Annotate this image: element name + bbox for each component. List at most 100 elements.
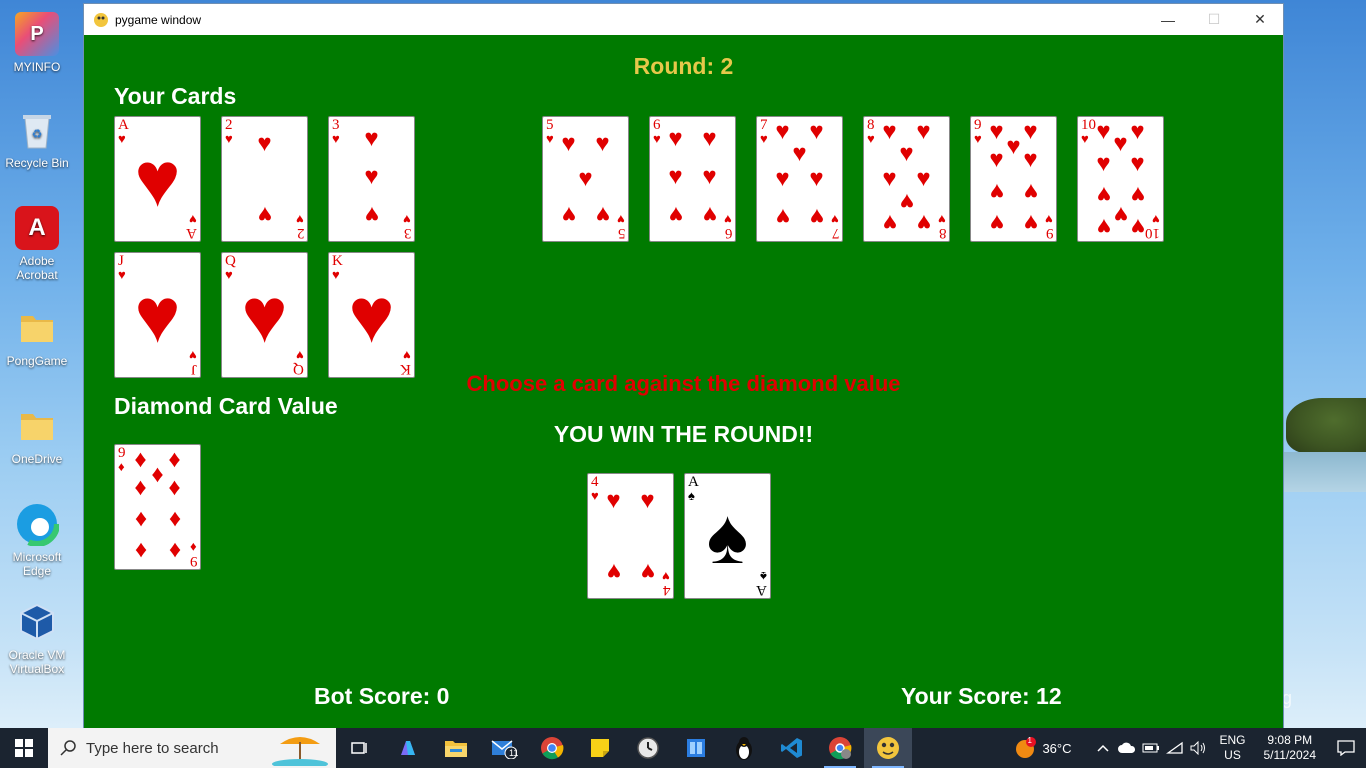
playing-card[interactable]: K ♥ K ♥ ♥ — [328, 252, 415, 378]
mail-button[interactable]: 11 — [480, 728, 528, 768]
chrome-profile-button[interactable] — [816, 728, 864, 768]
card-suit-icon: ♥ — [653, 131, 661, 146]
volume-tray-button[interactable] — [1187, 741, 1211, 755]
virtualbox-icon — [15, 600, 59, 644]
window-titlebar[interactable]: pygame window — ☐ ✕ — [84, 4, 1283, 35]
card-suit-icon: ♥ — [974, 131, 982, 146]
card-pip-icon: ♦ — [168, 474, 181, 502]
clock-time: 9:08 PM — [1267, 733, 1313, 747]
playing-card[interactable]: 2 ♥ 2 ♥ ♥ ♥ — [221, 116, 308, 242]
window-controls: — ☐ ✕ — [1145, 4, 1283, 35]
card-pip-icon: ♥ — [989, 146, 1004, 174]
card-rank: A — [756, 582, 767, 598]
card-pip-icon: ♥ — [1023, 146, 1038, 174]
card-rank: 8 — [938, 225, 947, 241]
adobe-acrobat-icon: A — [15, 206, 59, 250]
desktop-icon-label: MYINFO — [13, 60, 61, 74]
desktop-icon-onedrive[interactable]: OneDrive — [4, 404, 70, 466]
desktop-icon-virtualbox[interactable]: Oracle VM VirtualBox — [4, 600, 70, 676]
onedrive-tray-button[interactable] — [1115, 742, 1139, 754]
desktop-icon-myinfo[interactable]: P MYINFO — [4, 12, 70, 74]
copilot-button[interactable] — [384, 728, 432, 768]
vscode-button[interactable] — [768, 728, 816, 768]
desktop-icon-ponggame[interactable]: PongGame — [4, 306, 70, 368]
card-pip-icon: ♥ — [775, 117, 790, 145]
desktop-icon-recycle-bin[interactable]: ♻ Recycle Bin — [4, 108, 70, 170]
desktop-icon-label: OneDrive — [11, 452, 63, 466]
diamond-card-heading: Diamond Card Value — [114, 393, 338, 419]
clock-app-button[interactable] — [624, 728, 672, 768]
card-pip-icon: ♥ — [899, 140, 914, 168]
chrome-profile-icon — [829, 737, 852, 760]
card-suit-icon: ♥ — [225, 131, 233, 146]
card-rank: 3 — [403, 225, 412, 241]
tux-penguin-icon — [736, 737, 752, 760]
chrome-button[interactable] — [528, 728, 576, 768]
file-explorer-icon — [445, 741, 467, 757]
playing-card[interactable]: Q ♥ Q ♥ ♥ — [221, 252, 308, 378]
desktop-icon-microsoft-edge[interactable]: Microsoft Edge — [4, 502, 70, 578]
playing-card[interactable]: A ♠ A ♠ ♠ — [684, 473, 771, 599]
notifications-button[interactable] — [1326, 740, 1366, 756]
windows-logo-icon — [15, 739, 33, 757]
pygame-window: pygame window — ☐ ✕ Round: 2 Your Cards … — [83, 3, 1284, 730]
recycle-bin-icon: ♻ — [15, 108, 59, 152]
minimize-button[interactable]: — — [1145, 4, 1191, 35]
playing-card[interactable]: 5 ♥ 5 ♥ ♥ ♥ ♥ ♥ ♥ — [542, 116, 629, 242]
sticky-notes-button[interactable] — [576, 728, 624, 768]
card-suit-icon: ♥ — [662, 569, 670, 584]
card-suit-icon: ♥ — [403, 212, 411, 227]
desktop-icon-label: Microsoft Edge — [12, 550, 62, 578]
playing-card[interactable]: 10 ♥ 10 ♥ ♥ ♥ ♥ ♥ ♥ ♥ ♥ ♥ ♥ ♥ — [1077, 116, 1164, 242]
show-hidden-icons-button[interactable] — [1091, 744, 1115, 752]
card-rank: Q — [293, 361, 304, 377]
close-button[interactable]: ✕ — [1237, 4, 1283, 35]
card-suit-icon: ♥ — [118, 131, 126, 146]
game-canvas[interactable]: Round: 2 Your Cards Diamond Card Value C… — [84, 35, 1283, 729]
card-rank: J — [191, 361, 197, 377]
playing-card[interactable]: 3 ♥ 3 ♥ ♥ ♥ ♥ — [328, 116, 415, 242]
copilot-icon — [401, 741, 415, 755]
start-button[interactable] — [0, 728, 48, 768]
card-pip-icon: ♥ — [257, 130, 272, 158]
card-suit-icon: ♥ — [1045, 212, 1053, 227]
card-rank: 5 — [617, 225, 626, 241]
card-pip-icon: ♥ — [668, 162, 683, 190]
linux-button[interactable] — [720, 728, 768, 768]
language-indicator[interactable]: ENG US — [1219, 733, 1245, 763]
card-pip-icon: ♥ — [595, 200, 610, 228]
battery-tray-button[interactable] — [1139, 742, 1163, 754]
taskbar-clock[interactable]: 9:08 PM 5/11/2024 — [1264, 733, 1317, 763]
search-placeholder: Type here to search — [86, 739, 219, 757]
battery-icon — [1142, 743, 1160, 753]
card-pip-icon: ♥ — [1006, 132, 1021, 160]
speaker-icon — [1190, 741, 1206, 755]
card-suit-icon: ♦ — [190, 540, 197, 555]
search-icon — [60, 740, 76, 756]
playing-card[interactable]: J ♥ J ♥ ♥ — [114, 252, 201, 378]
card-pip-icon: ♥ — [989, 117, 1004, 145]
card-suit-icon: ♥ — [591, 488, 599, 503]
desktop-icon-adobe-acrobat[interactable]: A Adobe Acrobat — [4, 206, 70, 282]
card-pip-icon: ♦ — [168, 506, 181, 534]
task-view-button[interactable] — [336, 728, 384, 768]
edge-icon — [15, 502, 59, 546]
card-pip-icon: ♥ — [702, 162, 717, 190]
playing-card[interactable]: 6 ♥ 6 ♥ ♥ ♥ ♥ ♥ ♥ ♥ — [649, 116, 736, 242]
taskbar-search[interactable]: Type here to search — [48, 728, 336, 768]
playing-card[interactable]: 9 ♦ 9 ♦ ♦ ♦ ♦ ♦ ♦ ♦ ♦ ♦ ♦ — [114, 444, 201, 570]
playing-card[interactable]: 9 ♥ 9 ♥ ♥ ♥ ♥ ♥ ♥ ♥ ♥ ♥ ♥ — [970, 116, 1057, 242]
weather-widget[interactable]: 1 36°C — [1014, 736, 1071, 759]
wifi-tray-button[interactable] — [1163, 741, 1187, 755]
playing-card[interactable]: 7 ♥ 7 ♥ ♥ ♥ ♥ ♥ ♥ ♥ ♥ — [756, 116, 843, 242]
playing-card[interactable]: 8 ♥ 8 ♥ ♥ ♥ ♥ ♥ ♥ ♥ ♥ ♥ — [863, 116, 950, 242]
playing-card[interactable]: 4 ♥ 4 ♥ ♥ ♥ ♥ ♥ — [587, 473, 674, 599]
card-suit-icon: ♦ — [118, 459, 125, 474]
card-pip-icon: ♥ — [1113, 130, 1128, 158]
card-pip-icon: ♦ — [134, 474, 147, 502]
store-button[interactable] — [672, 728, 720, 768]
region-code: US — [1224, 748, 1241, 762]
playing-card[interactable]: A ♥ A ♥ ♥ — [114, 116, 201, 242]
pygame-taskbar-button[interactable] — [864, 728, 912, 768]
file-explorer-button[interactable] — [432, 728, 480, 768]
